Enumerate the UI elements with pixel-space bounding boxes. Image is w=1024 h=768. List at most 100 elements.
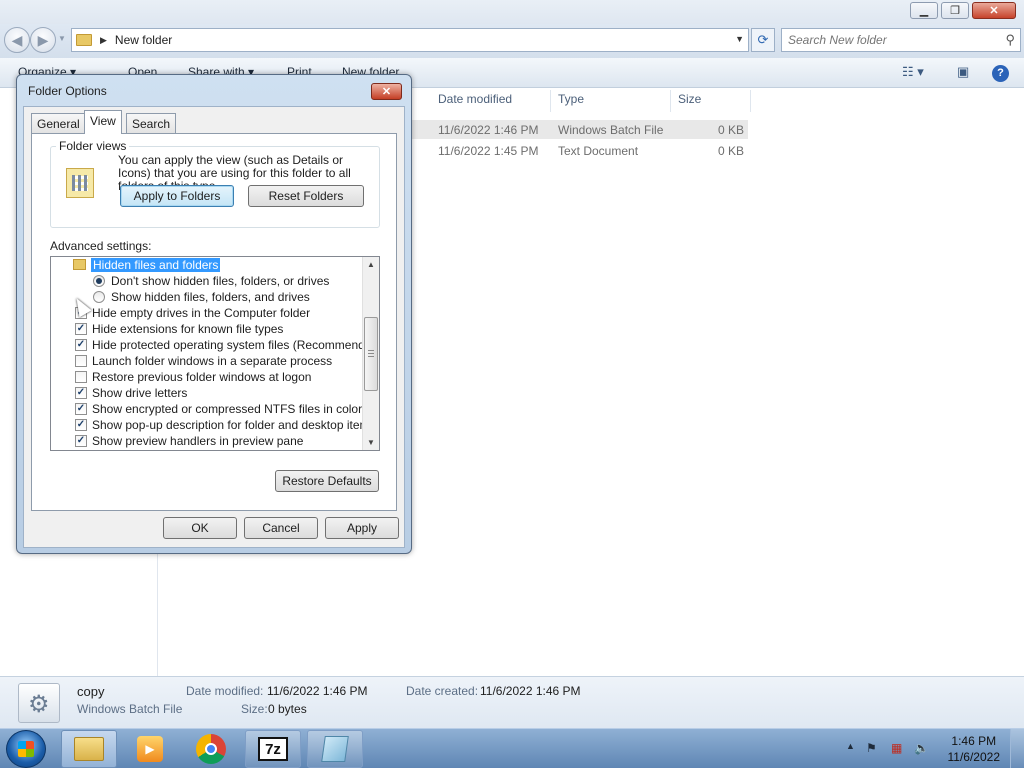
- network-icon[interactable]: ▦: [891, 741, 902, 755]
- setting-popup-description[interactable]: ✓ Show pop-up description for folder and…: [51, 417, 376, 433]
- folder-views-legend: Folder views: [56, 139, 130, 153]
- explorer-titlebar: ▁ ❐ ✕: [0, 0, 1024, 24]
- address-bar[interactable]: ▶ New folder ▼: [71, 28, 749, 52]
- taskbar-notepad-button[interactable]: [307, 730, 363, 768]
- address-dropdown-icon[interactable]: ▼: [735, 34, 744, 44]
- recent-pages-dropdown[interactable]: ▼: [58, 34, 66, 43]
- change-view-icon[interactable]: ☷ ▾: [902, 64, 924, 80]
- preview-pane-icon[interactable]: ▣: [957, 64, 969, 80]
- start-button[interactable]: [6, 730, 46, 768]
- setting-hide-empty-drives[interactable]: ✓ Hide empty drives in the Computer fold…: [51, 305, 361, 321]
- folder-views-icon: [66, 168, 94, 198]
- column-divider[interactable]: [750, 90, 751, 112]
- breadcrumb-new-folder[interactable]: New folder: [115, 33, 172, 47]
- setting-label: Show drive letters: [92, 386, 188, 400]
- search-box[interactable]: ⚲: [781, 28, 1021, 52]
- taskbar-7zip-button[interactable]: 7z: [245, 730, 301, 768]
- breadcrumb-chevron-icon[interactable]: ▶: [100, 35, 107, 46]
- clock-date: 11/6/2022: [947, 750, 1001, 764]
- checkbox[interactable]: [75, 355, 87, 367]
- reset-folders-button[interactable]: Reset Folders: [248, 185, 364, 207]
- radio-button[interactable]: [93, 291, 105, 303]
- forward-button[interactable]: ▶: [30, 27, 56, 53]
- apply-to-folders-button[interactable]: Apply to Folders: [120, 185, 234, 207]
- cancel-button[interactable]: Cancel: [244, 517, 318, 539]
- setting-label: Show pop-up description for folder and d…: [92, 418, 376, 432]
- settings-scrollbar[interactable]: ▲ ▼: [362, 257, 379, 450]
- file-row[interactable]: 11/6/2022 1:46 PM Windows Batch File 0 K…: [410, 120, 748, 139]
- column-type[interactable]: Type: [558, 92, 584, 106]
- apply-button[interactable]: Apply: [325, 517, 399, 539]
- ok-button[interactable]: OK: [163, 517, 237, 539]
- setting-separate-process[interactable]: Launch folder windows in a separate proc…: [51, 353, 361, 369]
- details-file-type: Windows Batch File: [77, 702, 183, 716]
- details-date-created-label: Date created:: [406, 684, 479, 698]
- setting-show-hidden[interactable]: Show hidden files, folders, and drives: [51, 289, 361, 305]
- details-file-name: copy: [77, 684, 105, 699]
- checkbox[interactable]: ✓: [75, 387, 87, 399]
- file-row[interactable]: 11/6/2022 1:45 PM Text Document 0 KB: [410, 141, 748, 160]
- column-date-modified[interactable]: Date modified: [438, 92, 512, 106]
- setting-preview-handlers[interactable]: ✓ Show preview handlers in preview pane: [51, 433, 361, 449]
- volume-icon[interactable]: 🔈: [914, 741, 929, 755]
- advanced-settings-label: Advanced settings:: [50, 239, 152, 253]
- setting-show-drive-letters[interactable]: ✓ Show drive letters: [51, 385, 361, 401]
- checkbox[interactable]: ✓: [75, 339, 87, 351]
- show-desktop-button[interactable]: [1010, 729, 1024, 768]
- checkbox[interactable]: ✓: [75, 419, 87, 431]
- scroll-down-arrow-icon[interactable]: ▼: [367, 438, 375, 447]
- caption-buttons: ▁ ❐ ✕: [907, 2, 1016, 19]
- back-arrow-icon: ◀: [11, 31, 23, 48]
- setting-label: Don't show hidden files, folders, or dri…: [111, 274, 330, 288]
- setting-ntfs-color[interactable]: ✓ Show encrypted or compressed NTFS file…: [51, 401, 363, 417]
- column-size[interactable]: Size: [678, 92, 701, 106]
- details-date-created: 11/6/2022 1:46 PM: [480, 684, 581, 698]
- restore-defaults-button[interactable]: Restore Defaults: [275, 470, 379, 492]
- setting-dont-show-hidden[interactable]: Don't show hidden files, folders, or dri…: [51, 273, 361, 289]
- scroll-up-arrow-icon[interactable]: ▲: [367, 260, 375, 269]
- dialog-close-button[interactable]: ✕: [371, 83, 402, 100]
- maximize-button[interactable]: ❐: [941, 2, 969, 19]
- address-row: ◀ ▶ ▼ ▶ New folder ▼ ⟳ ⚲: [0, 24, 1024, 58]
- system-clock[interactable]: 1:46 PM 11/6/2022: [948, 733, 1001, 765]
- checkbox[interactable]: [75, 371, 87, 383]
- tab-search[interactable]: Search: [126, 113, 177, 133]
- column-divider[interactable]: [550, 90, 551, 112]
- dialog-body: General View Search Folder views You can…: [23, 106, 405, 548]
- setting-hide-protected-os-files[interactable]: ✓ Hide protected operating system files …: [51, 337, 379, 353]
- checkbox[interactable]: ✓: [75, 323, 87, 335]
- search-input[interactable]: [788, 30, 998, 50]
- setting-hide-extensions[interactable]: ✓ Hide extensions for known file types: [51, 321, 361, 337]
- column-divider[interactable]: [670, 90, 671, 112]
- file-date: 11/6/2022 1:45 PM: [438, 144, 539, 158]
- show-hidden-icons-arrow[interactable]: ▲: [846, 741, 855, 751]
- advanced-settings-list[interactable]: Hidden files and folders Don't show hidd…: [50, 256, 380, 451]
- details-size: 0 bytes: [268, 702, 307, 716]
- checkbox[interactable]: ✓: [75, 435, 87, 447]
- search-icon[interactable]: ⚲: [1005, 32, 1015, 48]
- close-button[interactable]: ✕: [972, 2, 1016, 19]
- tab-view[interactable]: View: [84, 110, 122, 134]
- action-center-icon[interactable]: ⚑: [866, 741, 877, 755]
- refresh-button[interactable]: ⟳: [751, 28, 775, 52]
- dialog-title: Folder Options: [28, 84, 107, 98]
- notepad-icon: [321, 736, 349, 762]
- taskbar-explorer-button[interactable]: [61, 730, 117, 768]
- setting-label: Show hidden files, folders, and drives: [111, 290, 310, 304]
- tab-general[interactable]: General: [31, 113, 86, 133]
- radio-button[interactable]: [93, 275, 105, 287]
- file-size: 0 KB: [717, 144, 744, 158]
- scrollbar-thumb[interactable]: [364, 317, 378, 391]
- setting-label: Show encrypted or compressed NTFS files …: [92, 402, 363, 416]
- minimize-button[interactable]: ▁: [910, 2, 938, 19]
- setting-hidden-files-and-folders[interactable]: Hidden files and folders: [51, 257, 361, 273]
- details-date-modified-label: Date modified:: [186, 684, 264, 698]
- taskbar-chrome-button[interactable]: [183, 730, 239, 768]
- help-icon[interactable]: ?: [992, 65, 1009, 82]
- taskbar-media-player-button[interactable]: ▶: [122, 730, 178, 768]
- taskbar: ▶ 7z ▲ ⚑ ▦ 🔈 1:46 PM 11/6/2022: [0, 728, 1024, 768]
- checkbox[interactable]: ✓: [75, 403, 87, 415]
- view-tab-panel: Folder views You can apply the view (suc…: [31, 133, 397, 511]
- back-button[interactable]: ◀: [4, 27, 30, 53]
- setting-restore-windows[interactable]: Restore previous folder windows at logon: [51, 369, 361, 385]
